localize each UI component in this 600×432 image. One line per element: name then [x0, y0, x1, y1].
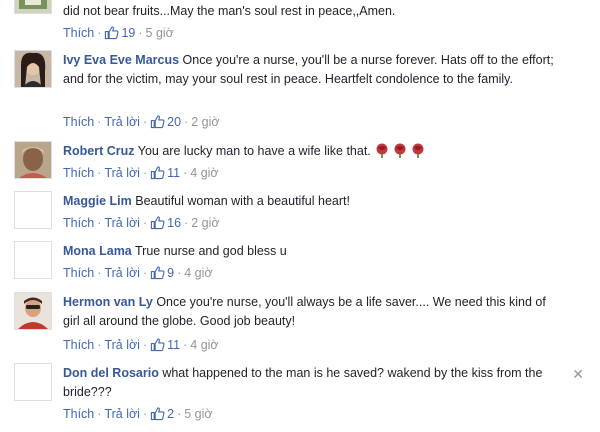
rose-emoji-icon — [376, 143, 388, 158]
like-count-link[interactable]: 20 — [150, 115, 181, 129]
comment-text: did not bear fruits...May the man's soul… — [63, 4, 396, 18]
separator: · — [184, 216, 189, 230]
like-count-link[interactable]: 16 — [150, 216, 181, 230]
comment-actions: Thích · Trả lời · 11 · 4 giờ — [63, 164, 219, 182]
separator: · — [97, 407, 102, 421]
avatar[interactable] — [14, 0, 52, 14]
separator: · — [97, 166, 102, 180]
reply-link[interactable]: Trả lời — [104, 166, 140, 180]
comment-text: Beautiful woman with a beautiful heart! — [135, 194, 350, 208]
avatar[interactable] — [14, 241, 52, 279]
comment-body: Ivy Eva Eve Marcus Once you're a nurse, … — [63, 51, 563, 89]
timestamp[interactable]: 5 giờ — [184, 407, 212, 421]
like-link[interactable]: Thích — [63, 338, 94, 352]
reply-link[interactable]: Trả lời — [104, 266, 140, 280]
like-count-link[interactable]: 11 — [150, 338, 180, 352]
comment-body: Hermon van Ly Once you're nurse, you'll … — [63, 293, 563, 331]
separator: · — [97, 26, 102, 40]
comment-actions: Thích · Trả lời · 9 · 4 giờ — [63, 264, 213, 282]
thumbs-up-icon — [150, 338, 165, 352]
like-link[interactable]: Thích — [63, 115, 94, 129]
comment-actions: Thích · Trả lời · 2 · 5 giờ — [63, 405, 213, 423]
reply-link[interactable]: Trả lời — [104, 407, 140, 421]
like-link[interactable]: Thích — [63, 166, 94, 180]
comment-body: Mona Lama True nurse and god bless u — [63, 242, 563, 261]
comment-body: Maggie Lim Beautiful woman with a beauti… — [63, 192, 563, 211]
thumbs-up-icon — [150, 166, 165, 180]
comment-actions: Thích · Trả lời · 20 · 2 giờ — [63, 113, 220, 131]
like-count: 16 — [167, 216, 182, 230]
like-link[interactable]: Thích — [63, 26, 94, 40]
rose-emoji-icon — [412, 143, 424, 158]
comment-actions: Thích · Trả lời · 11 · 4 giờ — [63, 336, 219, 354]
comment-body: did not bear fruits...May the man's soul… — [63, 2, 563, 21]
commenter-name[interactable]: Ivy Eva Eve Marcus — [63, 53, 179, 67]
timestamp[interactable]: 4 giờ — [190, 338, 218, 352]
like-count: 19 — [121, 26, 136, 40]
like-count-link[interactable]: 2 — [150, 407, 174, 421]
separator: · — [97, 266, 102, 280]
thumbs-up-icon — [105, 26, 119, 40]
commenter-name[interactable]: Don del Rosario — [63, 366, 159, 380]
commenter-name[interactable]: Mona Lama — [63, 244, 132, 258]
separator: · — [184, 115, 189, 129]
reply-link[interactable]: Trả lời — [104, 115, 140, 129]
commenter-name[interactable]: Hermon van Ly — [63, 295, 153, 309]
reply-link[interactable]: Trả lời — [104, 216, 140, 230]
avatar[interactable] — [14, 363, 52, 401]
commenter-name[interactable]: Maggie Lim — [63, 194, 132, 208]
separator: · — [142, 338, 148, 352]
separator: · — [142, 407, 148, 421]
like-count-link[interactable]: 19 — [104, 26, 135, 40]
timestamp[interactable]: 4 giờ — [184, 266, 212, 280]
like-count: 11 — [167, 166, 181, 180]
separator: · — [97, 115, 102, 129]
thumbs-up-icon — [150, 407, 165, 421]
timestamp[interactable]: 5 giờ — [146, 26, 174, 40]
like-link[interactable]: Thích — [63, 407, 94, 421]
avatar[interactable] — [14, 191, 52, 229]
avatar[interactable] — [14, 292, 52, 330]
like-link[interactable]: Thích — [63, 266, 94, 280]
separator: · — [142, 166, 148, 180]
close-icon[interactable]: ✕ — [572, 367, 584, 381]
separator: · — [142, 115, 148, 129]
commenter-name[interactable]: Robert Cruz — [63, 144, 135, 158]
timestamp[interactable]: 2 giờ — [191, 216, 219, 230]
comment-actions: Thích · 19 · 5 giờ — [63, 24, 174, 42]
comment-body: Robert Cruz You are lucky man to have a … — [63, 142, 563, 161]
separator: · — [177, 266, 182, 280]
avatar[interactable] — [14, 50, 52, 88]
separator: · — [97, 216, 102, 230]
avatar[interactable] — [14, 141, 52, 179]
thumbs-up-icon — [150, 266, 165, 280]
comment-body: Don del Rosario what happened to the man… — [63, 364, 563, 402]
comment-text: True nurse and god bless u — [135, 244, 287, 258]
separator: · — [177, 407, 182, 421]
thumbs-up-icon — [150, 115, 165, 129]
timestamp[interactable]: 2 giờ — [191, 115, 219, 129]
comment-actions: Thích · Trả lời · 16 · 2 giờ — [63, 214, 220, 232]
separator: · — [142, 266, 148, 280]
separator: · — [138, 26, 143, 40]
like-count: 20 — [167, 115, 182, 129]
comment-text: You are lucky man to have a wife like th… — [137, 144, 371, 158]
reply-link[interactable]: Trả lời — [104, 338, 140, 352]
rose-emoji-icon — [394, 143, 406, 158]
like-count-link[interactable]: 9 — [150, 266, 174, 280]
timestamp[interactable]: 4 giờ — [190, 166, 218, 180]
separator: · — [183, 338, 188, 352]
separator: · — [97, 338, 102, 352]
like-link[interactable]: Thích — [63, 216, 94, 230]
like-count: 11 — [167, 338, 181, 352]
thumbs-up-icon — [150, 216, 165, 230]
like-count-link[interactable]: 11 — [150, 166, 180, 180]
separator: · — [142, 216, 148, 230]
separator: · — [183, 166, 188, 180]
